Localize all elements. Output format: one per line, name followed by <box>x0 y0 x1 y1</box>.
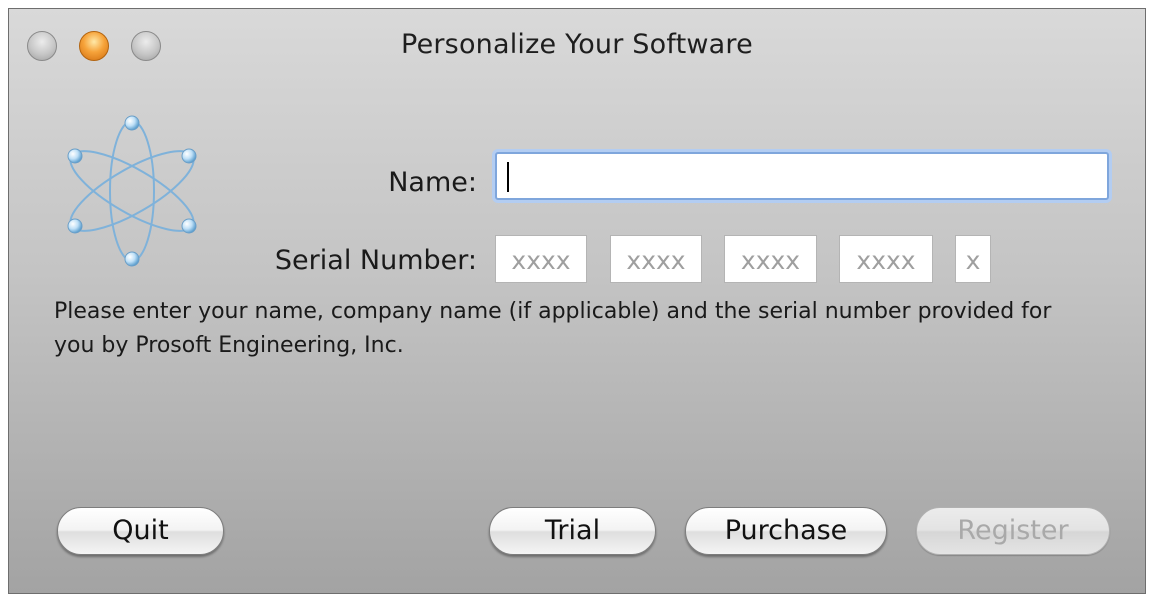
instructions-text: Please enter your name, company name (if… <box>54 299 1052 358</box>
name-label: Name: <box>388 167 477 198</box>
serial-field-2[interactable]: xxxx <box>610 235 702 283</box>
serial-field-5[interactable]: x <box>955 235 991 283</box>
trial-button[interactable]: Trial <box>489 507 656 555</box>
purchase-button[interactable]: Purchase <box>685 507 887 555</box>
window-title: Personalize Your Software <box>401 29 753 60</box>
name-field[interactable] <box>495 152 1109 200</box>
serial-field-1[interactable]: xxxx <box>495 235 587 283</box>
quit-button[interactable]: Quit <box>57 507 224 555</box>
serial-field-3[interactable]: xxxx <box>724 235 817 283</box>
title-bar[interactable]: Personalize Your Software <box>9 9 1145 71</box>
text-caret <box>507 161 509 192</box>
atom-icon <box>67 115 197 267</box>
serial-field-4[interactable]: xxxx <box>839 235 933 283</box>
serial-number-label: Serial Number: <box>274 245 477 276</box>
register-button: Register <box>916 507 1110 555</box>
registration-window: Personalize Your Software Name: Serial N… <box>8 8 1146 594</box>
